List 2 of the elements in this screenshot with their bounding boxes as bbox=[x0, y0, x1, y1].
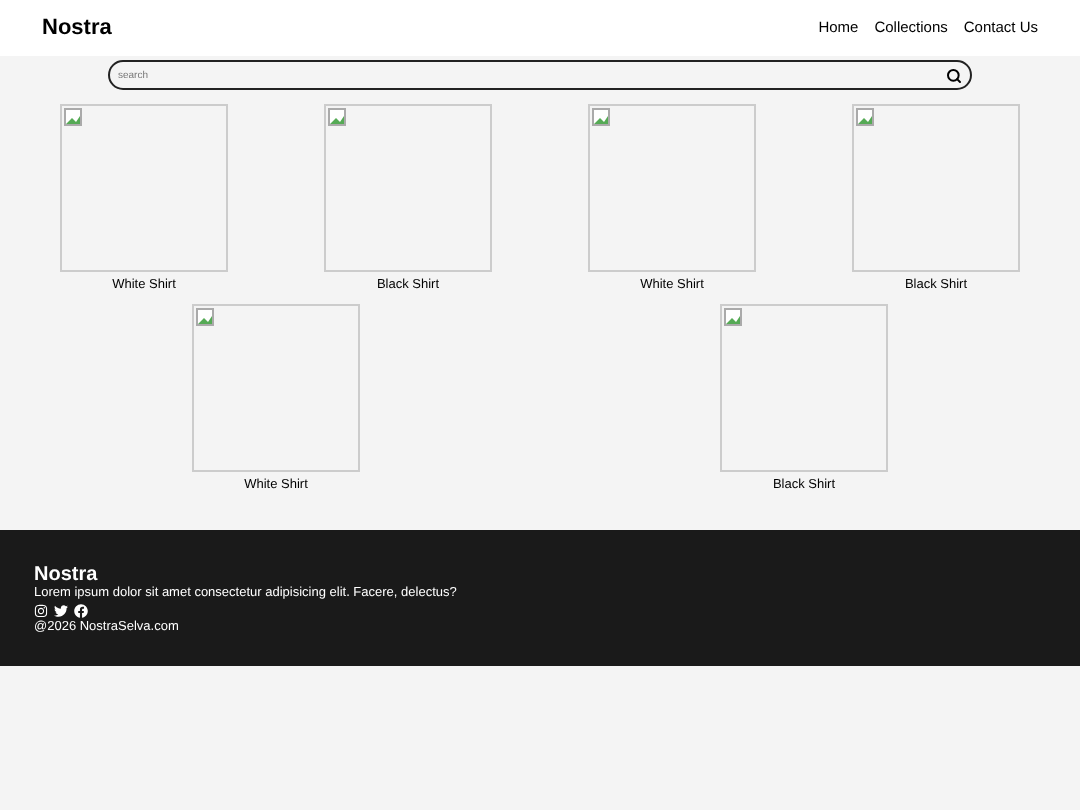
footer-brand: Nostra bbox=[34, 563, 100, 585]
brand-logo[interactable]: Nostra bbox=[42, 11, 112, 45]
